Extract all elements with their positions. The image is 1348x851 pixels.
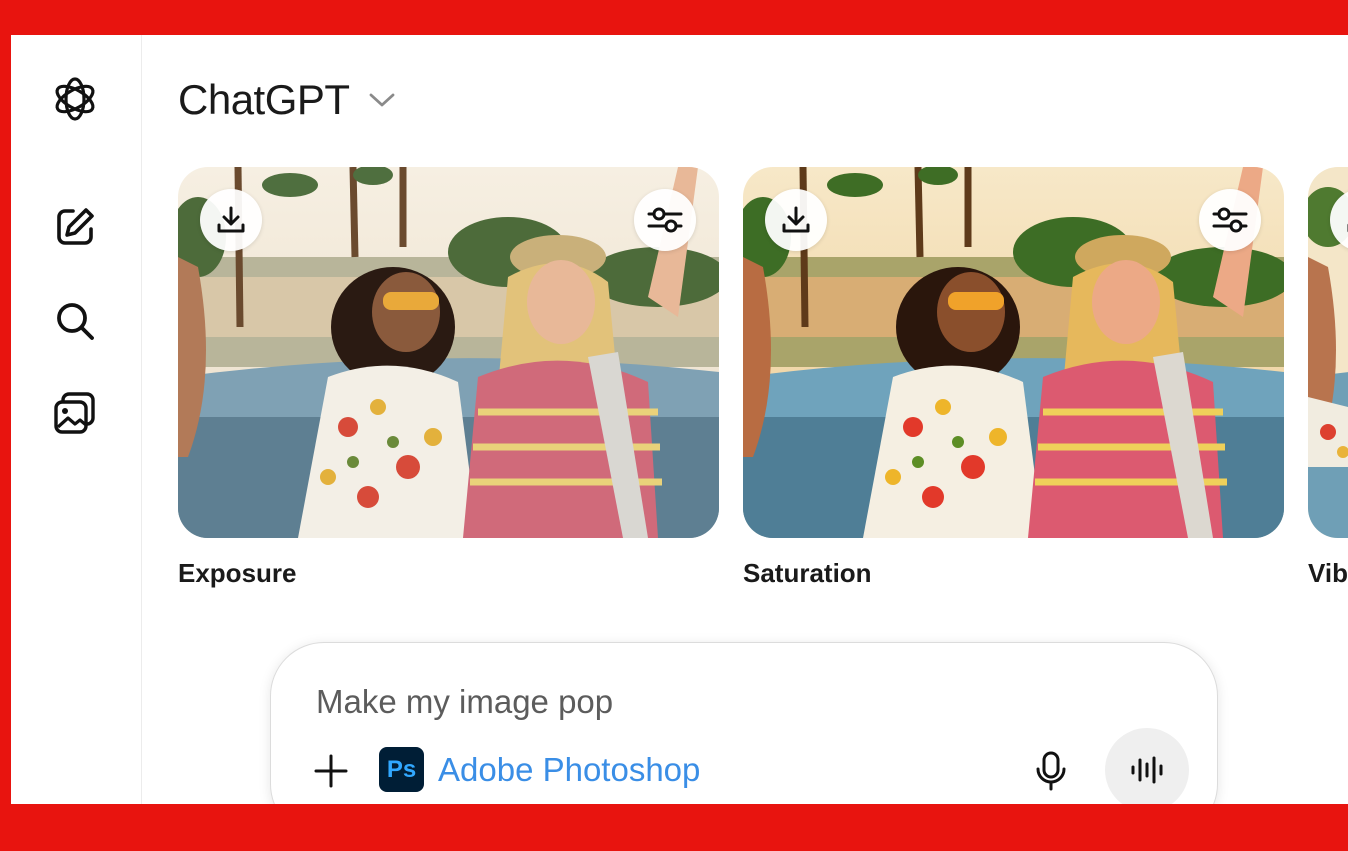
download-button[interactable] xyxy=(200,189,262,251)
result-card-exposure[interactable]: Exposure xyxy=(178,167,719,589)
openai-logo-icon[interactable] xyxy=(49,73,101,125)
microphone-icon xyxy=(1036,751,1066,791)
sliders-icon xyxy=(1212,207,1248,233)
adjustments-button[interactable] xyxy=(1199,189,1261,251)
chatgpt-window: ChatGPT Exposure Saturation Vib Make my … xyxy=(11,35,1348,804)
card-label: Saturation xyxy=(743,558,872,588)
download-icon xyxy=(782,206,810,233)
new-chat-icon[interactable] xyxy=(49,201,101,253)
card-label: Exposure xyxy=(178,558,297,588)
page-title: ChatGPT xyxy=(178,76,350,123)
result-card-vibrance[interactable]: Vib xyxy=(1308,167,1348,589)
photoshop-logo-icon: Ps xyxy=(379,747,424,792)
photoshop-app-chip[interactable]: Ps Adobe Photoshop xyxy=(379,747,700,792)
app-name: Adobe Photoshop xyxy=(438,750,701,788)
result-card-saturation[interactable]: Saturation xyxy=(743,167,1284,589)
download-icon xyxy=(1347,223,1348,233)
voice-mode-button[interactable] xyxy=(1105,728,1189,804)
prompt-composer: Ps Adobe Photoshop xyxy=(270,642,1218,804)
plus-icon xyxy=(314,754,348,788)
result-image[interactable] xyxy=(1308,167,1348,538)
search-icon[interactable] xyxy=(49,295,101,347)
library-icon[interactable] xyxy=(49,387,101,439)
result-image[interactable] xyxy=(178,167,719,538)
download-button[interactable] xyxy=(765,189,827,251)
sidebar xyxy=(11,35,142,804)
adjustments-button[interactable] xyxy=(634,189,696,251)
add-attachment-button[interactable] xyxy=(311,751,351,791)
card-label: Vib xyxy=(1308,558,1348,588)
dictate-button[interactable] xyxy=(1027,747,1075,795)
prompt-input[interactable] xyxy=(316,683,916,721)
model-selector[interactable]: ChatGPT xyxy=(178,75,396,125)
chevron-down-icon xyxy=(369,93,394,107)
voice-waveform-icon xyxy=(1131,756,1163,784)
sliders-icon xyxy=(647,207,683,233)
result-image[interactable] xyxy=(743,167,1284,538)
download-icon xyxy=(217,206,245,233)
